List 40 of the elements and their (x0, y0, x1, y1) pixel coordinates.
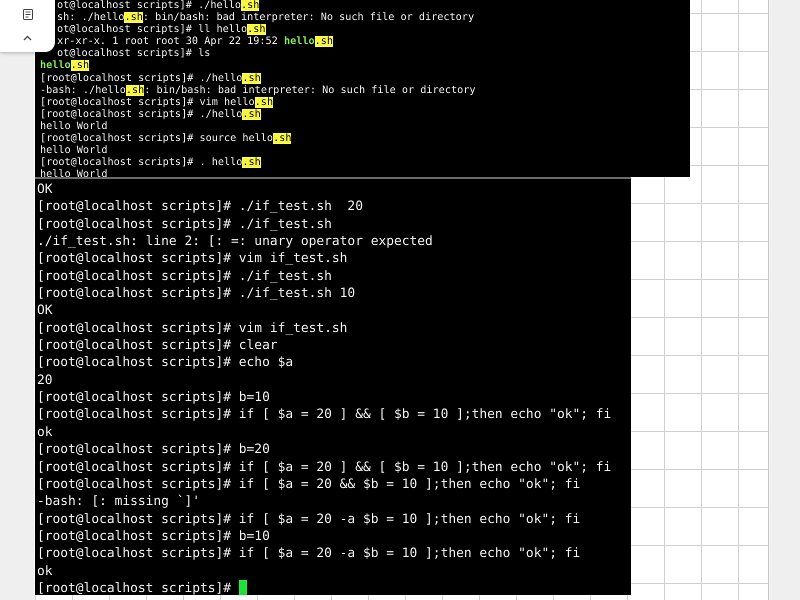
terminal-line: [root@localhost scripts]# (37, 580, 232, 595)
terminal-line: 20 (37, 372, 53, 388)
terminal-line: ok (37, 424, 53, 440)
terminal-line: [root@localhost scripts]# clear (37, 338, 278, 354)
terminal-line: [root@localhost scripts]# b=10 (37, 390, 270, 406)
terminal-line: [root@localhost scripts]# vim if_test.sh (37, 320, 348, 336)
terminal-line: [root@localhost scripts]# if [ $a = 20 -a $b = 10 ];then echo "ok"; fi (37, 546, 580, 562)
terminal-line: [root@localhost scripts]# vim hello.sh (40, 96, 274, 108)
terminal-line: [root@localhost scripts]# ./hello.sh (40, 108, 261, 120)
caret-up-icon[interactable] (23, 34, 32, 41)
terminal-line: ./if_test.sh: line 2: [: =: unary operator expected (37, 234, 433, 250)
terminal-line: [root@localhost scripts]# if [ $a = 20 && $b = 10 ];then echo "ok"; fi (37, 476, 580, 492)
terminal-line: [root@localhost scripts]# if [ $a = 20 ] && [ $b = 10 ];then echo "ok"; fi (37, 460, 612, 474)
terminal-line: [root@localhost scripts]# if [ $a = 20 -a $b = 10 ];then echo "ok"; fi (37, 512, 580, 527)
terminal-line: [root@localhost scripts]# ./if_test.sh 20 (37, 199, 363, 214)
terminal-line: [root@localhost scripts]# source hello.sh (40, 133, 292, 144)
terminal-line: OK (37, 303, 53, 318)
terminal-line: hello World (40, 145, 108, 156)
terminal-line: [root@localhost scripts]# b=20 (37, 442, 270, 458)
terminal-line: -bash: [: missing `]' (37, 494, 200, 510)
terminal-line: [root@localhost scripts]# echo $a (37, 355, 294, 370)
terminal-line: [root@localhost scripts]# vim if_test.sh (37, 251, 348, 266)
terminal-line: [root@localhost scripts]# . hello.sh (40, 157, 261, 168)
terminal-line: [root@localhost scripts]# ./hello.sh (40, 72, 261, 84)
terminal-line: ot@localhost scripts]# ls (57, 48, 210, 60)
terminal-line: [root@localhost scripts]# ./if_test.sh (37, 216, 332, 232)
terminal-line: xr-xr-x. 1 root root 30 Apr 22 19:52 hello.sh (57, 36, 334, 48)
terminal-line: [root@localhost scripts]# if [ $a = 20 ] && [ $b = 10 ];then echo "ok"; fi (37, 407, 612, 422)
terminal-line: hello World (40, 120, 108, 132)
terminal-line: ok (37, 564, 53, 579)
terminal-line: ot@localhost scripts]# ./hello.sh (57, 0, 260, 11)
terminal-line: OK (37, 182, 53, 197)
terminal-line: sh: ./hello.sh: bin/bash: bad interpreter: No such file or directory (57, 12, 474, 24)
terminal-line: ot@localhost scripts]# ll hello.sh (57, 24, 266, 36)
terminal-line: [root@localhost scripts]# ./if_test.sh 10 (37, 286, 356, 302)
terminal-line: [root@localhost scripts]# b=10 (37, 528, 270, 544)
terminal-line: [root@localhost scripts]# ./if_test.sh (37, 268, 332, 284)
terminal-line: hello.sh (40, 60, 90, 72)
document-icon[interactable] (22, 9, 32, 20)
terminal-line: -bash: ./hello.sh: bin/bash: bad interpreter: No such file or directory (40, 84, 476, 96)
